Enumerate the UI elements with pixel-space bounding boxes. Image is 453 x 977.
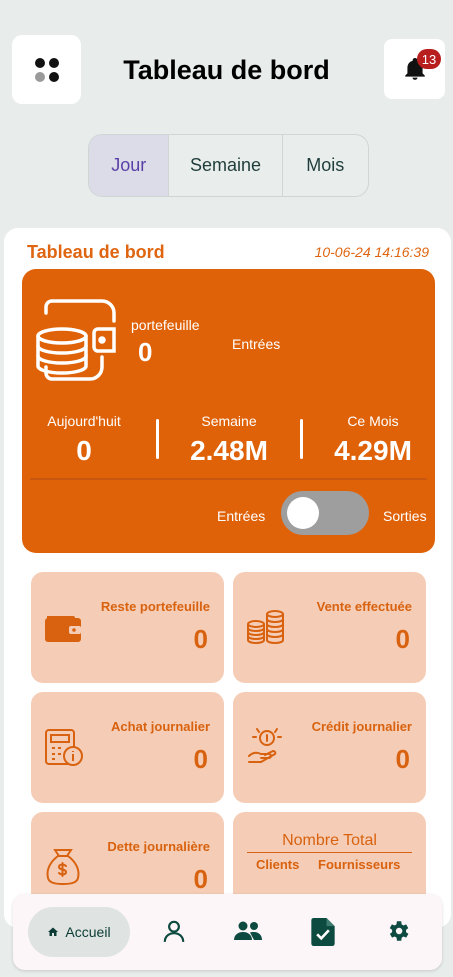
- stat-today-value: 0: [76, 435, 92, 466]
- fournisseurs-label: Fournisseurs: [318, 857, 401, 872]
- tile-label: Achat journalier: [111, 719, 210, 734]
- stat-today: Aujourd'huit 0: [19, 413, 149, 467]
- nav-home-button[interactable]: Accueil: [28, 907, 130, 957]
- notification-badge: 13: [417, 49, 441, 69]
- stat-month-value: 4.29M: [334, 435, 412, 466]
- tab-semaine[interactable]: Semaine: [169, 135, 283, 196]
- stat-month: Ce Mois 4.29M: [308, 413, 438, 467]
- settings-gear-icon[interactable]: [385, 918, 411, 944]
- user-icon[interactable]: [161, 918, 187, 944]
- tile-vente-effectuee[interactable]: Vente effectuée 0: [233, 572, 426, 683]
- home-icon: [48, 927, 59, 936]
- divider: [30, 478, 427, 480]
- tab-mois[interactable]: Mois: [283, 135, 368, 196]
- tile-label: Dette journalière: [107, 839, 210, 854]
- clients-label: Clients: [256, 857, 300, 872]
- hand-coin-icon: [248, 728, 282, 763]
- toggle-knob: [287, 497, 319, 529]
- wallet-coins-icon: [36, 299, 116, 381]
- money-bag-icon: [46, 849, 80, 886]
- stat-month-label: Ce Mois: [347, 413, 399, 429]
- tile-reste-portefeuille[interactable]: Reste portefeuille 0: [31, 572, 224, 683]
- entrees-sorties-toggle[interactable]: [281, 491, 369, 535]
- tile-label: Reste portefeuille: [100, 599, 210, 614]
- coins-icon: [247, 610, 284, 645]
- portefeuille-value: 0: [138, 337, 153, 367]
- document-check-icon[interactable]: [311, 918, 335, 946]
- toggle-label-entrees: Entrées: [217, 508, 266, 524]
- stat-week-value: 2.48M: [190, 435, 268, 466]
- tile-value: 0: [193, 624, 208, 654]
- dashboard-card: Tableau de bord 10-06-24 14:16:39 portef…: [4, 228, 451, 928]
- nav-home-label: Accueil: [65, 924, 111, 940]
- dashboard-timestamp: 10-06-24 14:16:39: [314, 244, 429, 260]
- tile-value: 0: [193, 744, 208, 774]
- tile-value: 0: [395, 744, 410, 774]
- divider: [300, 419, 303, 459]
- tile-credit-journalier[interactable]: Crédit journalier 0: [233, 692, 426, 803]
- toggle-label-sorties: Sorties: [383, 508, 427, 524]
- app-header: Tableau de bord 13: [0, 0, 453, 120]
- wallet-icon: [45, 616, 81, 642]
- tile-label: Crédit journalier: [311, 719, 412, 734]
- dashboard-title: Tableau de bord: [27, 242, 165, 262]
- notifications-button[interactable]: 13: [384, 39, 445, 99]
- bottom-nav: Accueil: [13, 894, 442, 970]
- period-tabs: Jour Semaine Mois: [88, 134, 369, 197]
- entrees-label: Entrées: [232, 336, 281, 352]
- group-icon[interactable]: [233, 918, 263, 944]
- portefeuille-label: portefeuille: [131, 317, 200, 333]
- summary-panel: portefeuille 0 Entrées Aujourd'huit 0 Se…: [22, 269, 435, 553]
- tile-value: 0: [395, 624, 410, 654]
- calculator-icon: [45, 729, 83, 766]
- stat-week-label: Semaine: [201, 413, 257, 429]
- nombre-total-title: Nombre Total: [247, 832, 412, 853]
- tile-achat-journalier[interactable]: Achat journalier 0: [31, 692, 224, 803]
- divider: [156, 419, 159, 459]
- stat-week: Semaine 2.48M: [164, 413, 294, 467]
- tile-value: 0: [193, 864, 208, 894]
- tile-label: Vente effectuée: [316, 599, 412, 614]
- stat-today-label: Aujourd'huit: [47, 413, 121, 429]
- tab-jour[interactable]: Jour: [89, 135, 170, 196]
